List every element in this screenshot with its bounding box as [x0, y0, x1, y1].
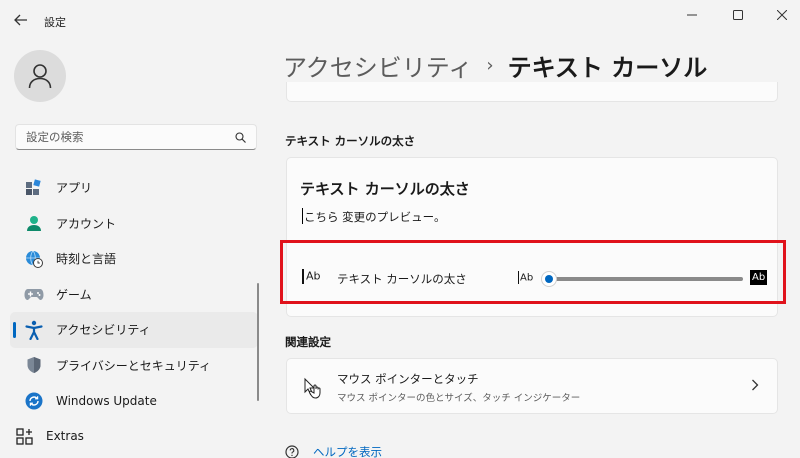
search-box[interactable] — [15, 124, 257, 150]
maximize-icon — [733, 10, 743, 20]
minimize-icon — [687, 14, 697, 16]
sidebar-item-extras[interactable]: Extras — [10, 419, 258, 455]
extras-icon — [14, 426, 34, 446]
thickness-setting-label: テキスト カーソルの太さ — [337, 272, 467, 286]
window-title: 設定 — [44, 16, 66, 29]
sidebar-item-time-language[interactable]: 時刻と言語 — [10, 241, 258, 277]
section-heading-related: 関連設定 — [285, 335, 331, 349]
avatar[interactable] — [14, 50, 66, 102]
sidebar-item-label: アプリ — [56, 181, 93, 196]
section-heading-thickness: テキスト カーソルの太さ — [285, 134, 416, 148]
help-link-text[interactable]: ヘルプを表示 — [313, 444, 382, 458]
sidebar-item-label: プライバシーとセキュリティ — [56, 358, 212, 373]
sidebar-item-gaming[interactable]: ゲーム — [10, 277, 258, 313]
account-icon — [24, 213, 44, 233]
title-bar: 設定 — [0, 0, 800, 40]
text-cursor-icon: Ab — [302, 269, 321, 284]
breadcrumb-parent[interactable]: アクセシビリティ — [283, 48, 472, 83]
sidebar-item-apps[interactable]: アプリ — [10, 170, 258, 206]
related-item-subtitle: マウス ポインターの色とサイズ、タッチ インジケーター — [337, 393, 581, 404]
search-input[interactable] — [26, 130, 235, 144]
previous-card — [286, 82, 778, 102]
sidebar-item-label: 時刻と言語 — [56, 252, 117, 267]
text-cursor-preview — [302, 208, 303, 224]
help-link[interactable]: ヘルプを表示 — [285, 444, 382, 458]
preview-title: テキスト カーソルの太さ — [300, 180, 470, 198]
search-icon[interactable] — [235, 131, 246, 143]
breadcrumb: アクセシビリティ › テキスト カーソル — [283, 48, 707, 83]
apps-icon — [24, 178, 44, 198]
sidebar-item-label: ゲーム — [56, 287, 92, 302]
gamepad-icon — [24, 284, 44, 304]
sidebar-item-windows-update[interactable]: Windows Update — [10, 383, 258, 419]
sidebar-item-accounts[interactable]: アカウント — [10, 206, 258, 242]
thickness-setting-row: Ab テキスト カーソルの太さ Ab Ab — [287, 243, 777, 316]
accessibility-icon — [24, 320, 44, 340]
pointer-touch-icon — [302, 377, 324, 399]
maximize-button[interactable] — [720, 0, 756, 30]
sidebar-item-label: Windows Update — [56, 393, 157, 408]
globe-clock-icon — [24, 249, 44, 269]
thickness-slider-track[interactable] — [549, 277, 743, 281]
sidebar-scrollbar[interactable] — [257, 283, 259, 401]
sidebar-nav: アプリ アカウント 時刻と言語 ゲーム アクセシビリティ プライバシーとセキュリ… — [10, 170, 258, 454]
sidebar-item-privacy-security[interactable]: プライバシーとセキュリティ — [10, 348, 258, 384]
arrow-left-icon — [14, 14, 27, 26]
sidebar-item-accessibility[interactable]: アクセシビリティ — [10, 312, 258, 348]
close-icon — [777, 10, 787, 20]
sidebar-item-label: アカウント — [56, 216, 117, 231]
sync-icon — [24, 391, 44, 411]
sidebar-item-label: アクセシビリティ — [56, 323, 151, 338]
help-icon — [285, 445, 299, 458]
shield-icon — [24, 355, 44, 375]
related-setting-mouse-pointer[interactable]: マウス ポインターとタッチ マウス ポインターの色とサイズ、タッチ インジケータ… — [286, 358, 778, 414]
sidebar-item-label: Extras — [46, 429, 84, 444]
slider-min-icon: Ab — [518, 271, 534, 284]
breadcrumb-separator: › — [486, 55, 494, 76]
thickness-card: テキスト カーソルの太さ こちら 変更のプレビュー。 Ab テキスト カーソルの… — [286, 157, 778, 317]
slider-max-icon: Ab — [750, 270, 768, 285]
user-icon — [28, 64, 52, 89]
preview-text: こちら 変更のプレビュー。 — [304, 210, 446, 224]
related-item-title: マウス ポインターとタッチ — [337, 372, 479, 386]
page-title: テキスト カーソル — [507, 54, 708, 82]
back-button[interactable] — [10, 9, 32, 31]
close-button[interactable] — [764, 0, 800, 30]
chevron-right-icon — [751, 376, 759, 395]
minimize-button[interactable] — [674, 0, 710, 30]
thickness-slider-thumb[interactable] — [541, 271, 557, 287]
